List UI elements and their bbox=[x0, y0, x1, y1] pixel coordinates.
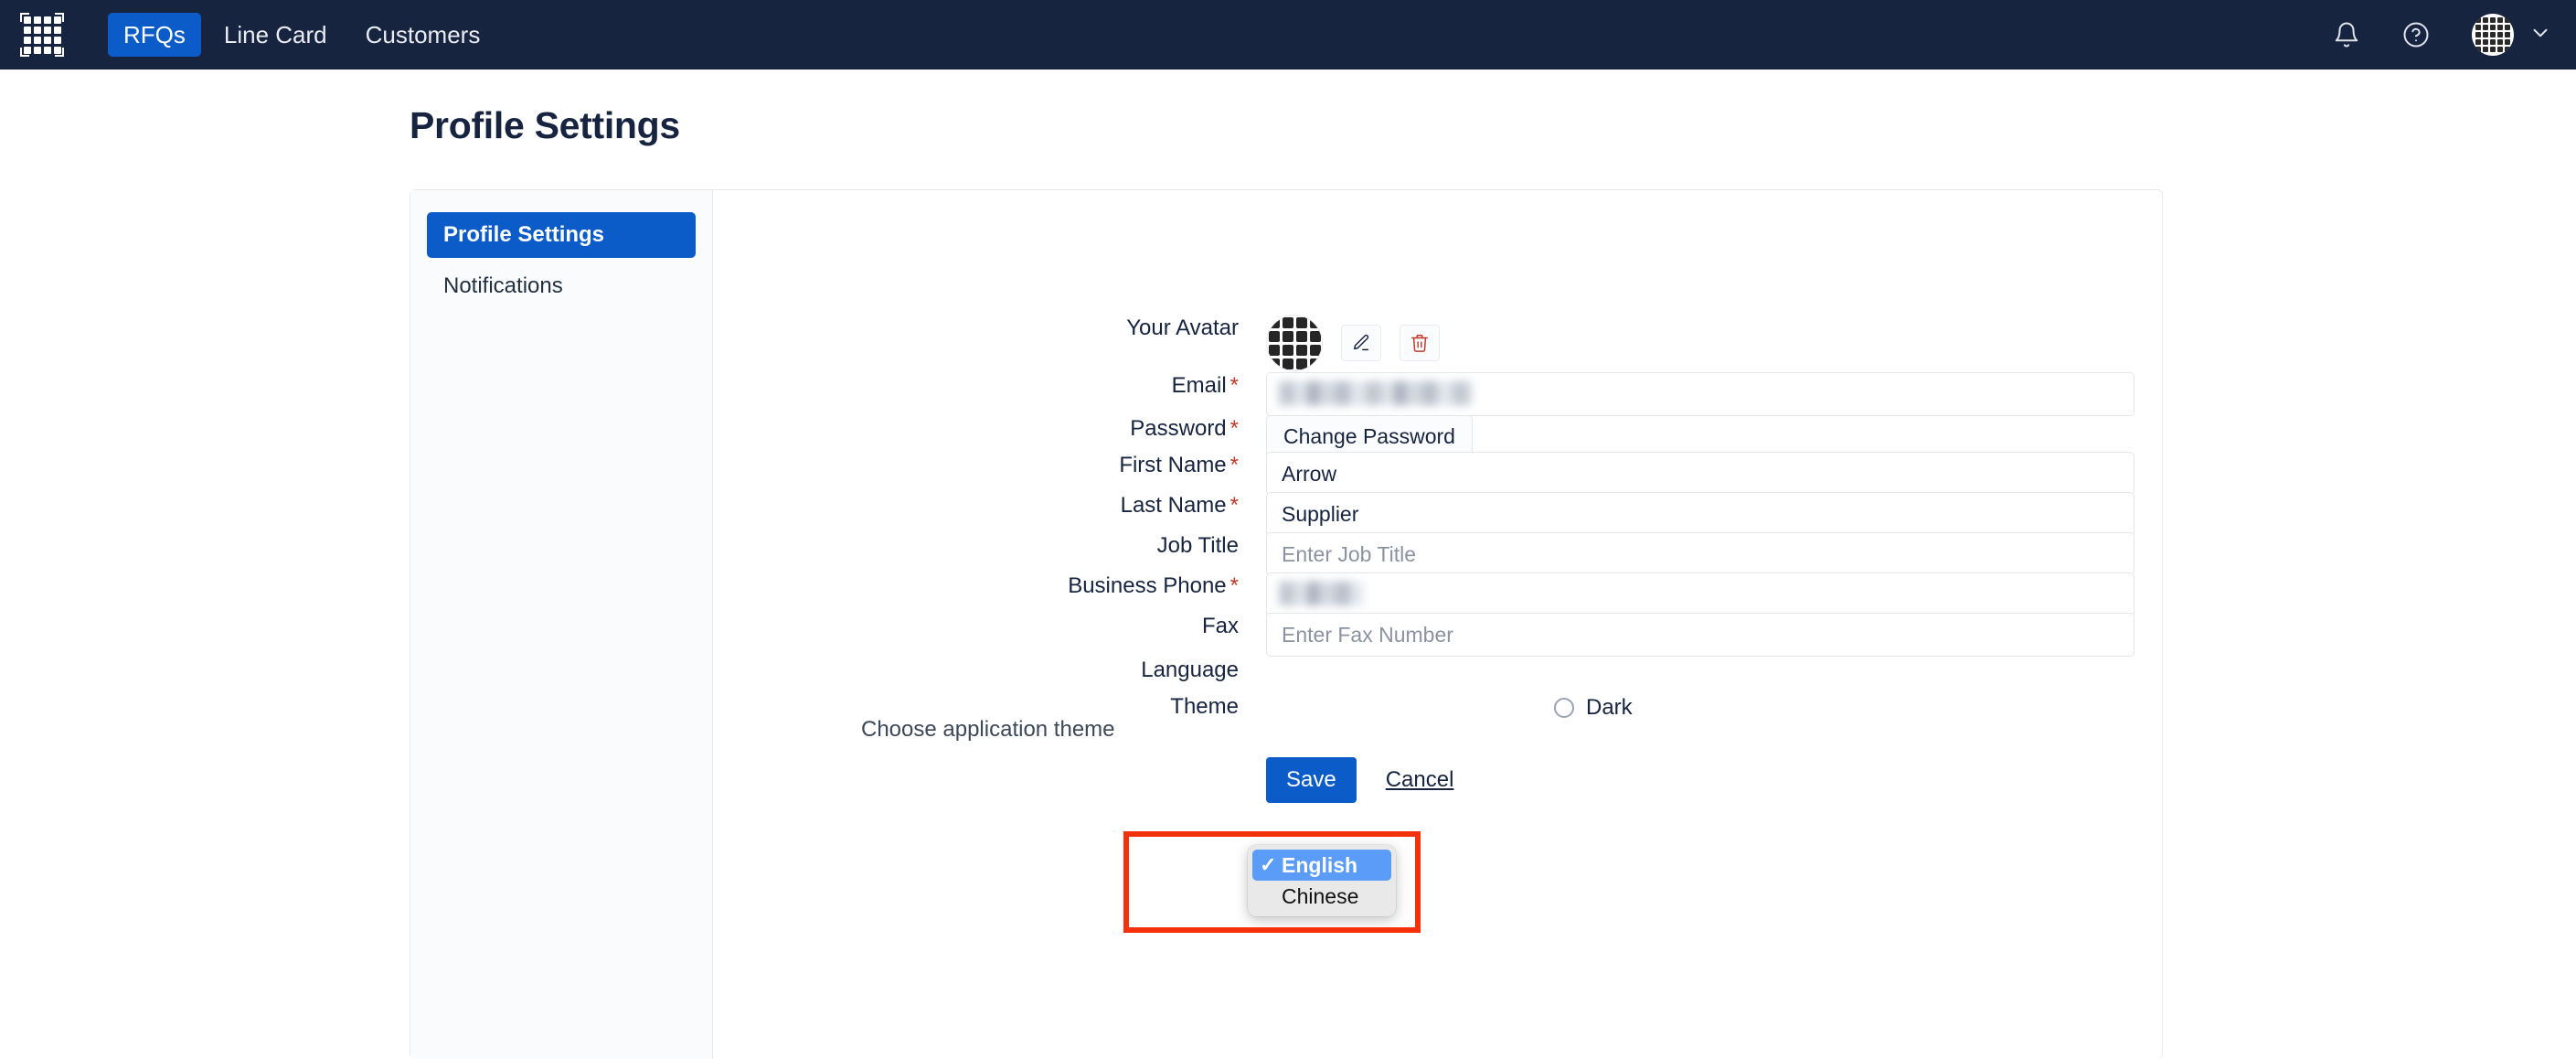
job-title-field[interactable] bbox=[1266, 532, 2134, 576]
form-row-avatar: Your Avatar bbox=[713, 315, 2162, 371]
label-language: Language bbox=[1141, 658, 1239, 682]
profile-avatar-image bbox=[1266, 315, 1323, 371]
label-your-avatar: Your Avatar bbox=[1126, 316, 1239, 340]
help-question-icon[interactable] bbox=[2402, 21, 2430, 48]
logo-corner-bl bbox=[20, 48, 29, 57]
job-title-field-wrap bbox=[1266, 532, 2134, 576]
trash-delete-icon[interactable] bbox=[1400, 325, 1440, 361]
logo-corner-br bbox=[55, 48, 64, 57]
nav-item-customers[interactable]: Customers bbox=[350, 13, 496, 57]
theme-help-text: Choose application theme bbox=[861, 717, 1115, 742]
sidebar-item-profile-settings[interactable]: Profile Settings bbox=[427, 212, 696, 258]
profile-avatar-grid bbox=[1268, 316, 1321, 369]
language-dropdown-popup[interactable]: ✓ English ✓ Chinese bbox=[1248, 845, 1396, 916]
page-title: Profile Settings bbox=[410, 104, 680, 146]
theme-field-wrap: Dark bbox=[1266, 693, 2134, 730]
top-navigation-bar: RFQs Line Card Customers bbox=[0, 0, 2576, 70]
grid-logo-icon[interactable] bbox=[16, 9, 68, 60]
cancel-button[interactable]: Cancel bbox=[1380, 766, 1460, 794]
logo-corner-tr bbox=[55, 13, 64, 22]
email-field-wrap bbox=[1266, 372, 2134, 416]
nav-item-rfqs[interactable]: RFQs bbox=[108, 13, 201, 57]
language-option-english[interactable]: ✓ English bbox=[1252, 850, 1391, 881]
settings-sidebar: Profile Settings Notifications bbox=[410, 190, 713, 1059]
label-email: Email * bbox=[1171, 373, 1239, 398]
label-fax: Fax bbox=[1201, 614, 1239, 638]
business-phone-redacted-value bbox=[1279, 582, 1363, 605]
notification-bell-icon[interactable] bbox=[2333, 21, 2360, 48]
pencil-edit-icon[interactable] bbox=[1341, 325, 1381, 361]
avatar-grid-cells bbox=[2475, 17, 2510, 52]
label-password: Password * bbox=[1130, 416, 1239, 441]
first-name-field[interactable] bbox=[1266, 452, 2134, 496]
first-name-field-wrap bbox=[1266, 452, 2134, 496]
chevron-down-icon[interactable] bbox=[2528, 21, 2552, 49]
sidebar-item-notifications[interactable]: Notifications bbox=[427, 263, 696, 309]
fax-field[interactable] bbox=[1266, 613, 2134, 657]
label-business-phone: Business Phone * bbox=[1068, 573, 1239, 598]
form-row-last-name: Last Name * bbox=[713, 492, 2162, 536]
label-last-name: Last Name * bbox=[1120, 493, 1239, 518]
fax-field-wrap bbox=[1266, 613, 2134, 657]
last-name-field[interactable] bbox=[1266, 492, 2134, 536]
email-redacted-value bbox=[1279, 381, 1473, 405]
main-nav-items: RFQs Line Card Customers bbox=[108, 13, 495, 57]
label-first-name: First Name * bbox=[1119, 453, 1239, 477]
business-phone-field[interactable] bbox=[1266, 572, 2134, 616]
form-row-fax: Fax bbox=[713, 613, 2162, 657]
business-phone-field-wrap bbox=[1266, 572, 2134, 616]
form-row-first-name: First Name * bbox=[713, 452, 2162, 496]
avatar-field bbox=[1266, 315, 2134, 371]
nav-item-line-card[interactable]: Line Card bbox=[208, 13, 343, 57]
last-name-field-wrap bbox=[1266, 492, 2134, 536]
avatar[interactable] bbox=[2472, 14, 2514, 56]
logo-corner-tl bbox=[20, 13, 29, 22]
nav-right-group bbox=[2333, 0, 2552, 70]
theme-radio-dark[interactable]: Dark bbox=[1554, 695, 1633, 721]
form-row-email: Email * bbox=[713, 372, 2162, 416]
settings-form: Your Avatar Email * Password * Change Pa… bbox=[713, 190, 2162, 1059]
form-row-job-title: Job Title bbox=[713, 532, 2162, 576]
settings-card: Profile Settings Notifications Your Avat… bbox=[410, 189, 2163, 1059]
save-button[interactable]: Save bbox=[1266, 757, 1357, 803]
form-row-business-phone: Business Phone * bbox=[713, 572, 2162, 616]
radio-circle-icon bbox=[1554, 698, 1574, 718]
label-job-title: Job Title bbox=[1156, 533, 1239, 558]
checkmark-icon: ✓ bbox=[1260, 853, 1277, 876]
language-option-chinese[interactable]: ✓ Chinese bbox=[1252, 881, 1391, 912]
form-actions: Save Cancel bbox=[1266, 757, 1459, 803]
